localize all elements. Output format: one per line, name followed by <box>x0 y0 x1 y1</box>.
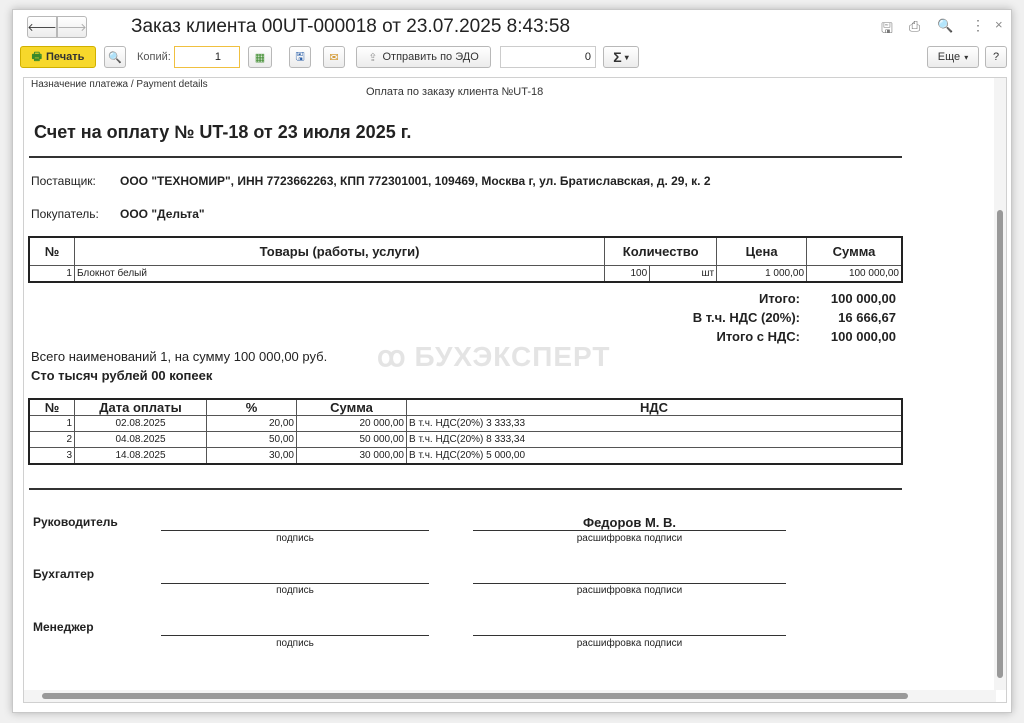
close-icon[interactable]: × <box>995 17 1003 32</box>
cell: 20,00 <box>206 415 297 432</box>
col-header: Сумма <box>806 237 902 266</box>
window-title: Заказ клиента 00UT-000018 от 23.07.2025 … <box>131 16 571 37</box>
cell: 100 000,00 <box>806 265 902 282</box>
col-header: Дата оплаты <box>74 399 207 416</box>
total-label: Итого: <box>759 291 800 306</box>
printer-icon: 🖶 <box>31 50 42 63</box>
goods-table: № Товары (работы, услуги) Количество Цен… <box>28 236 903 283</box>
cell: шт <box>649 265 718 282</box>
more-icon[interactable]: ⋮ <box>971 17 985 34</box>
table-row: 1 Блокнот белый 100 шт 1 000,00 100 000,… <box>29 265 902 282</box>
signature-caption: подпись <box>276 638 314 649</box>
total-vat-value: 100 000,00 <box>830 329 896 344</box>
vat-label: В т.ч. НДС (20%): <box>692 310 800 325</box>
cell: 02.08.2025 <box>74 415 207 432</box>
cell: 50 000,00 <box>296 431 407 448</box>
decode-caption: расшифровка подписи <box>576 533 683 544</box>
summary-text: Всего наименований 1, на сумму 100 000,0… <box>31 349 328 364</box>
settings-button[interactable]: ▦ <box>248 46 272 68</box>
cell: Блокнот белый <box>73 265 606 282</box>
signature-caption: подпись <box>276 585 314 596</box>
amount-in-words: Сто тысяч рублей 00 копеек <box>31 368 213 383</box>
watermark: ꝏ БУХЭКСПЕРТ <box>377 341 611 372</box>
total-value: 100 000,00 <box>830 291 896 306</box>
invoice-heading: Счет на оплату № UT-18 от 23 июля 2025 г… <box>34 122 412 142</box>
decode-caption: расшифровка подписи <box>576 585 683 596</box>
divider <box>29 488 902 490</box>
col-header: % <box>206 399 297 416</box>
copies-label: Копий: <box>137 51 171 63</box>
help-button[interactable]: ? <box>985 46 1007 68</box>
signature-role: Бухгалтер <box>33 567 95 581</box>
cell: 1 <box>29 265 75 282</box>
table-row: 3 14.08.2025 30,00 30 000,00 В т.ч. НДС(20%)… <box>29 447 902 464</box>
back-button[interactable]: 🡐 <box>27 16 57 38</box>
edo-icon: ⇪ <box>368 51 378 64</box>
total-vat-label: Итого с НДС: <box>716 329 800 344</box>
cell: В т.ч. НДС(20%) 3 333,33 <box>406 415 902 432</box>
col-header: Товары (работы, услуги) <box>73 237 606 266</box>
signature-caption: подпись <box>276 533 314 544</box>
cell: 2 <box>29 431 75 448</box>
col-header: № <box>29 399 75 416</box>
supplier-label: Поставщик: <box>31 174 96 188</box>
signature-role: Менеджер <box>33 620 94 634</box>
payment-details-label: Назначение платежа / Payment details <box>31 79 208 90</box>
buyer-label: Покупатель: <box>31 207 99 221</box>
col-header: Цена <box>716 237 808 266</box>
cell: 30 000,00 <box>296 447 407 464</box>
supplier-value: ООО "ТЕХНОМИР", ИНН 7723662263, КПП 7723… <box>120 174 711 188</box>
decode-line <box>473 635 786 636</box>
cell: 04.08.2025 <box>74 431 207 448</box>
table-row: 1 02.08.2025 20,00 20 000,00 В т.ч. НДС(20%)… <box>29 415 902 432</box>
cell: 1 <box>29 415 75 432</box>
cell: 14.08.2025 <box>74 447 207 464</box>
forward-button[interactable]: 🡒 <box>57 16 87 38</box>
payment-schedule-table: № Дата оплаты % Сумма НДС 1 02.08.2025 20,… <box>28 398 903 465</box>
sum-button[interactable]: Σ ▾ <box>603 46 639 68</box>
divider <box>29 156 902 158</box>
copies-input[interactable]: 1 <box>174 46 240 68</box>
decode-line <box>473 583 786 584</box>
send-edo-button[interactable]: ⇪ Отправить по ЭДО <box>356 46 491 68</box>
cell: 30,00 <box>206 447 297 464</box>
payment-details: Оплата по заказу клиента №UT-18 <box>366 86 544 98</box>
preview-button[interactable]: 🔍 <box>104 46 126 68</box>
spreadsheet-document: Назначение платежа / Payment details Опл… <box>23 77 1007 703</box>
window: 🡐 🡒 Заказ клиента 00UT-000018 от 23.07.2… <box>12 9 1012 713</box>
signature-name: Федоров М. В. <box>582 515 677 530</box>
buyer-value: ООО "Дельта" <box>120 207 205 221</box>
cell: 100 <box>604 265 651 282</box>
signature-role: Руководитель <box>33 515 118 529</box>
decode-caption: расшифровка подписи <box>576 638 683 649</box>
horizontal-scrollbar[interactable] <box>24 690 996 702</box>
decode-line <box>473 530 786 531</box>
col-header: НДС <box>406 399 902 416</box>
cell: 50,00 <box>206 431 297 448</box>
preview-icon[interactable]: 🔍 <box>937 18 953 34</box>
more-button[interactable]: Еще ▾ <box>927 46 979 68</box>
cell: В т.ч. НДС(20%) 5 000,00 <box>406 447 902 464</box>
cell: В т.ч. НДС(20%) 8 333,34 <box>406 431 902 448</box>
signature-line <box>161 530 429 531</box>
vertical-scrollbar[interactable] <box>994 78 1006 690</box>
table-row: 2 04.08.2025 50,00 50 000,00 В т.ч. НДС(20%)… <box>29 431 902 448</box>
vertical-scroll-thumb[interactable] <box>997 210 1003 678</box>
signature-line <box>161 635 429 636</box>
print-icon[interactable]: ⎙ <box>909 18 920 35</box>
col-header: Сумма <box>296 399 407 416</box>
vat-value: 16 666,67 <box>838 310 896 325</box>
email-button[interactable]: ✉ <box>323 46 345 68</box>
cell: 20 000,00 <box>296 415 407 432</box>
horizontal-scroll-thumb[interactable] <box>42 693 908 699</box>
save-button[interactable]: 🖫 <box>289 46 311 68</box>
print-button[interactable]: 🖶 Печать <box>20 46 96 68</box>
signature-line <box>161 583 429 584</box>
col-header: № <box>29 237 75 266</box>
cell: 1 000,00 <box>716 265 808 282</box>
col-header: Количество <box>604 237 718 266</box>
sum-field[interactable]: 0 <box>500 46 596 68</box>
cell: 3 <box>29 447 75 464</box>
save-icon[interactable]: 🖫 <box>881 18 893 42</box>
